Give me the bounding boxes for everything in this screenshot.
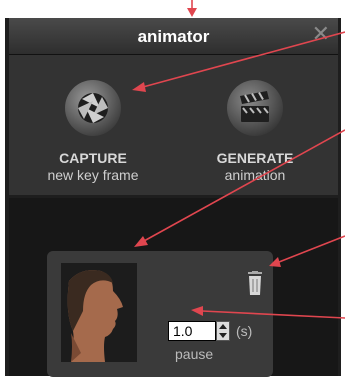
close-icon[interactable]: ✕ <box>312 22 330 46</box>
stepper-buttons <box>216 321 230 341</box>
stepper-down-icon[interactable] <box>217 331 229 340</box>
stepper-up-icon[interactable] <box>217 322 229 331</box>
animator-panel: animator ✕ CAPTURE new key frame GENERAT… <box>5 18 341 377</box>
generate-sublabel: animation <box>224 167 286 183</box>
pause-stepper: (s) <box>168 321 252 341</box>
capture-sublabel: new key frame <box>47 167 139 183</box>
title-bar: animator ✕ <box>9 18 338 55</box>
generate-label: GENERATE <box>216 150 294 166</box>
capture-label: CAPTURE <box>59 150 127 166</box>
pause-unit: (s) <box>236 323 253 339</box>
generate-button[interactable]: GENERATE animation <box>185 55 325 195</box>
capture-button[interactable]: CAPTURE new key frame <box>23 55 163 195</box>
pause-label: pause <box>175 346 214 362</box>
keyframe-card[interactable]: (s) pause <box>47 251 273 377</box>
camera-shutter-icon <box>65 80 121 136</box>
trash-icon[interactable] <box>246 271 264 296</box>
toolbar: CAPTURE new key frame GENERATE animation <box>9 55 338 195</box>
arrowhead-title <box>187 8 197 17</box>
keyframe-area: (s) pause <box>9 198 338 377</box>
clapperboard-icon <box>227 80 283 136</box>
pause-input[interactable] <box>168 321 216 341</box>
window-title: animator <box>137 27 210 46</box>
keyframe-thumbnail[interactable] <box>61 263 137 362</box>
